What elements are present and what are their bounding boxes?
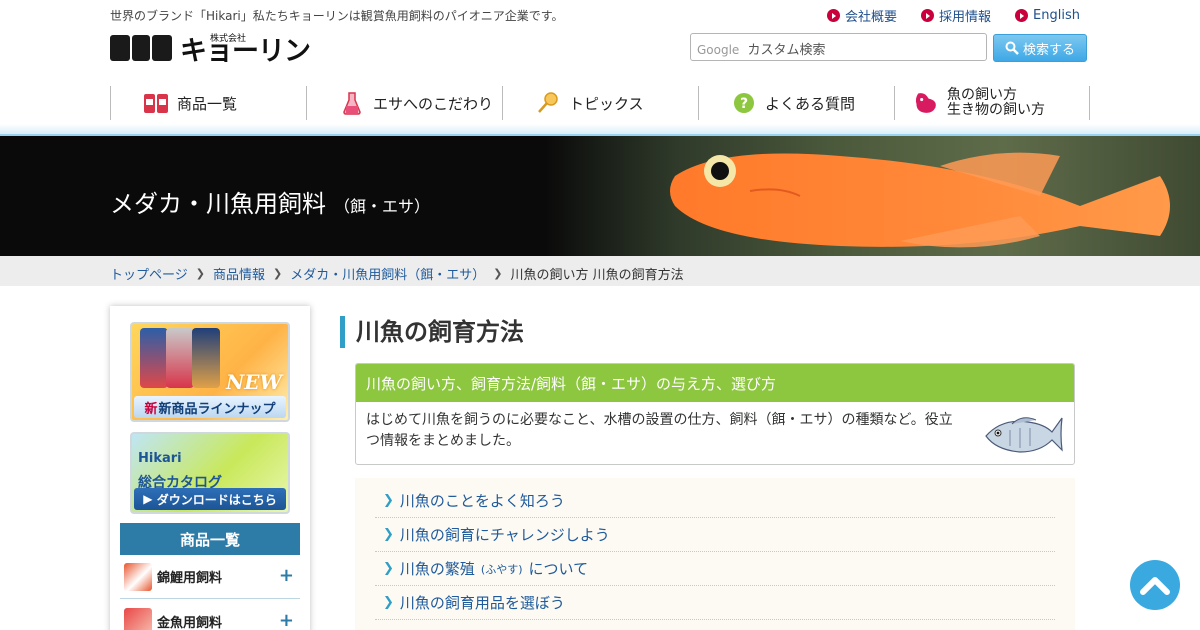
page-title: 川魚の飼育方法	[340, 316, 524, 348]
chevron-right-icon: ❯	[383, 561, 394, 576]
guide-links: ❯ 川魚のことをよく知ろう ❯ 川魚の飼育にチャレンジしよう ❯ 川魚の繁殖 (…	[355, 478, 1075, 630]
question-icon: ?	[731, 90, 757, 116]
chevron-right-icon: ❯	[195, 267, 205, 280]
nav-fish-care-line2: 生き物の飼い方	[947, 102, 1045, 118]
chevron-right-icon: ❯	[493, 267, 503, 280]
product-can-image	[166, 328, 194, 388]
chevron-right-icon: ❯	[272, 267, 283, 280]
chevron-right-icon: ❯	[383, 595, 394, 610]
new-products-label: 新新商品ラインナップ	[134, 396, 286, 418]
flask-icon	[339, 90, 365, 116]
koi-icon	[124, 562, 152, 591]
river-fish-illustration	[985, 417, 1063, 453]
chevron-right-icon: ❯	[383, 527, 394, 542]
breadcrumb-current: 川魚の飼い方 川魚の飼育方法	[510, 268, 684, 283]
fish-care-icon	[913, 90, 939, 116]
nav-item-fish-care[interactable]: 魚の飼い方 生き物の飼い方	[894, 86, 1090, 120]
new-char: 新	[144, 401, 158, 417]
breadcrumb-home[interactable]: トップページ	[110, 264, 188, 283]
sidebar-heading: 商品一覧	[120, 523, 300, 555]
intro-box: 川魚の飼い方、飼育方法/飼料（餌・エサ）の与え方、選び方 はじめて川魚を飼うのに…	[355, 363, 1075, 465]
breadcrumb-products[interactable]: 商品情報	[213, 264, 265, 283]
guide-link-know[interactable]: ❯ 川魚のことをよく知ろう	[375, 484, 1055, 518]
nav-fish-care-line1: 魚の飼い方	[947, 87, 1017, 103]
site-tagline: 世界のブランド「Hikari」私たちキョーリンは観賞魚用飼料のパイオニア企業です…	[110, 9, 564, 23]
breeding-ruby: (ふやす)	[480, 562, 523, 576]
intro-text: はじめて川魚を飼うのに必要なこと、水槽の設置の仕方、飼料（餌・エサ）の種類など。…	[366, 412, 953, 449]
nav-item-topics[interactable]: トピックス	[502, 86, 698, 120]
nav-item-products[interactable]: 商品一覧	[110, 86, 306, 120]
new-badge: NEW	[226, 370, 282, 394]
nav-underline	[0, 124, 1200, 136]
nav-item-commitment[interactable]: エサへのこだわり	[306, 86, 502, 120]
search-placeholder: カスタム検索	[747, 43, 826, 58]
breadcrumb-medaka[interactable]: メダカ・川魚用飼料（餌・エサ）	[290, 264, 485, 283]
goldfish-icon	[124, 607, 152, 630]
arrow-circle-icon	[1015, 9, 1029, 22]
expand-icon[interactable]: +	[279, 610, 294, 630]
search-button[interactable]: 検索する	[993, 34, 1087, 62]
google-label: Google	[697, 43, 740, 57]
new-products-banner[interactable]: NEW 新新商品ラインナップ	[130, 322, 290, 422]
catalog-banner[interactable]: Hikari 総合カタログ ▶ ダウンロードはこちら	[130, 432, 290, 514]
sidebar-item-koi[interactable]: 錦鯉用飼料 +	[120, 555, 300, 599]
top-link-recruit[interactable]: 採用情報	[921, 6, 991, 25]
hero-banner: メダカ・川魚用飼料 （餌・エサ）	[0, 136, 1200, 256]
arrow-circle-icon	[827, 9, 841, 22]
sidebar: NEW 新新商品ラインナップ Hikari 総合カタログ ▶ ダウンロードはこち…	[110, 306, 310, 630]
guide-link-breeding[interactable]: ❯ 川魚の繁殖 (ふやす) について	[375, 552, 1055, 586]
logo-mark-icon	[110, 35, 172, 61]
hero-title: メダカ・川魚用飼料 （餌・エサ）	[110, 190, 431, 218]
nav-item-faq[interactable]: ? よくある質問	[698, 86, 894, 120]
hikari-logo: Hikari	[138, 451, 182, 466]
guide-link-supplies[interactable]: ❯ 川魚の飼育用品を選ぼう	[375, 586, 1055, 620]
top-links: 会社概要 採用情報 English	[827, 6, 1080, 25]
products-icon	[143, 90, 169, 116]
breadcrumb: トップページ ❯ 商品情報 ❯ メダカ・川魚用飼料（餌・エサ） ❯ 川魚の飼い方…	[0, 256, 1200, 286]
back-to-top-button[interactable]	[1130, 560, 1180, 610]
intro-heading: 川魚の飼い方、飼育方法/飼料（餌・エサ）の与え方、選び方	[356, 364, 1074, 402]
arrow-circle-icon	[921, 9, 935, 22]
top-link-company[interactable]: 会社概要	[827, 6, 897, 25]
chevron-right-icon: ❯	[383, 493, 394, 508]
product-can-image	[140, 328, 168, 388]
search-input[interactable]: Google カスタム検索	[690, 33, 987, 61]
main-nav: 商品一覧 エサへのこだわり トピックス ? よくある質問 魚の飼い方 生き物の飼…	[110, 86, 1090, 122]
chevron-up-icon	[1140, 577, 1170, 595]
expand-icon[interactable]: +	[279, 565, 294, 586]
guide-link-challenge[interactable]: ❯ 川魚の飼育にチャレンジしよう	[375, 518, 1055, 552]
catalog-download-label: ▶ ダウンロードはこちら	[134, 488, 286, 510]
pin-icon	[535, 90, 561, 116]
logo-subtext: 株式会社	[210, 34, 247, 44]
top-link-english[interactable]: English	[1015, 6, 1080, 25]
svg-text:?: ?	[740, 96, 748, 112]
site-logo[interactable]: キョーリン 株式会社	[110, 33, 311, 67]
search-icon	[1005, 41, 1019, 55]
sidebar-item-goldfish[interactable]: 金魚用飼料 +	[120, 600, 300, 630]
medaka-fish-image	[670, 152, 1170, 248]
product-can-image	[192, 328, 220, 388]
